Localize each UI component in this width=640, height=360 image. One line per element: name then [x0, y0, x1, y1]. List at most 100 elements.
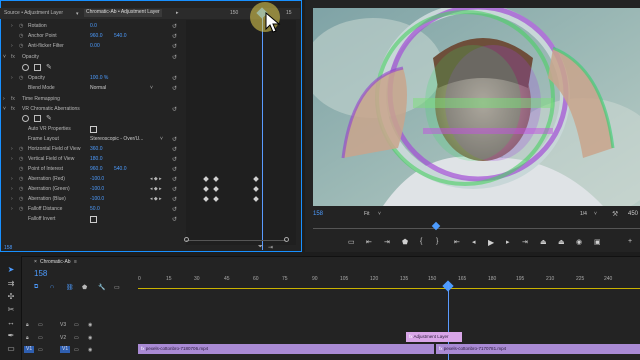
- eye-icon[interactable]: ◉: [88, 335, 92, 342]
- track-select-icon[interactable]: ⇉: [6, 279, 16, 289]
- mark-in-icon[interactable]: ⇤: [366, 238, 372, 246]
- property-value[interactable]: 50.0: [90, 206, 100, 213]
- lift-icon[interactable]: ⏏: [540, 238, 547, 246]
- reset-icon[interactable]: ↺: [172, 196, 179, 203]
- play-only-icon[interactable]: ▸: [176, 10, 179, 16]
- sequence-tab[interactable]: Chromatic-Ab: [40, 259, 71, 266]
- dropdown-icon[interactable]: ˅: [594, 211, 597, 218]
- video-clip-a[interactable]: fx pexels-cottonbro-7180706.mp4: [138, 344, 434, 354]
- step-back-icon[interactable]: ⇤: [454, 238, 460, 246]
- zoom-handle-left[interactable]: [184, 237, 189, 242]
- reset-icon[interactable]: ↺: [172, 85, 179, 92]
- frame-layout-dropdown[interactable]: Stereoscopic - Over/U...: [90, 136, 160, 143]
- export-icon[interactable]: ⇥: [268, 244, 273, 251]
- step-back-frame-icon[interactable]: ◂: [472, 238, 476, 246]
- quality-dropdown[interactable]: 1/4: [580, 211, 587, 218]
- blend-mode-dropdown[interactable]: Normal: [90, 85, 152, 92]
- selection-tool-icon[interactable]: ➤: [6, 265, 16, 275]
- video-clip-b[interactable]: fx pexels-cottonbro-7170781.mp4: [436, 344, 640, 354]
- source-patch-v1[interactable]: V1: [24, 346, 35, 353]
- dropdown-icon[interactable]: ˅: [160, 136, 163, 143]
- section-time-remapping[interactable]: › fx Time Remapping: [0, 95, 186, 105]
- keyframe-nav-icon[interactable]: ◂ ◆ ▸: [150, 176, 162, 183]
- reset-icon[interactable]: ↺: [172, 136, 179, 143]
- source-label[interactable]: Source • Adjustment Layer: [4, 10, 63, 17]
- dropdown-icon[interactable]: ˅: [378, 211, 381, 218]
- timeline-ruler[interactable]: 0 15 30 45 60 75 90 105 120 135 150 165 …: [138, 274, 640, 286]
- dropdown-icon[interactable]: ˅: [150, 85, 153, 92]
- sync-icon[interactable]: ▭: [38, 347, 43, 354]
- go-to-in-icon[interactable]: {: [420, 238, 422, 245]
- pm-scrub-bar[interactable]: [313, 221, 640, 231]
- property-value[interactable]: 0.00: [90, 43, 100, 50]
- section-opacity[interactable]: ˅ fx Opacity ↺: [0, 53, 186, 63]
- keyframe-nav-icon[interactable]: ◂ ◆ ▸: [150, 196, 162, 203]
- property-value[interactable]: -100.0: [90, 186, 104, 193]
- ec-playhead-line[interactable]: [262, 10, 263, 250]
- wrench-icon[interactable]: ⚒: [612, 210, 618, 218]
- falloff-invert-checkbox[interactable]: [90, 216, 97, 223]
- reset-icon[interactable]: ↺: [172, 23, 179, 30]
- lock-icon[interactable]: 🔒︎: [26, 335, 29, 342]
- close-icon[interactable]: ×: [34, 259, 37, 266]
- ec-timecode[interactable]: 158: [4, 245, 12, 252]
- rectangle-mask-icon[interactable]: [34, 64, 41, 71]
- reset-icon[interactable]: ↺: [172, 75, 179, 82]
- pen-mask-icon[interactable]: ✎: [46, 63, 52, 71]
- eye-icon[interactable]: ◉: [88, 347, 92, 354]
- sync-icon[interactable]: ▭: [38, 335, 43, 342]
- property-value[interactable]: 180.0: [90, 156, 103, 163]
- pen-tool-icon[interactable]: ✒: [6, 331, 16, 341]
- comparison-view-icon[interactable]: ▣: [594, 238, 601, 246]
- property-value[interactable]: -100.0: [90, 196, 104, 203]
- settings-icon[interactable]: 🔧: [98, 284, 105, 291]
- marker-icon[interactable]: ▭: [348, 238, 355, 246]
- clip-label[interactable]: Chromatic-Ab • Adjustment Layer: [84, 9, 162, 17]
- property-value-x[interactable]: 960.0: [90, 33, 103, 40]
- extract-icon[interactable]: ⏏: [558, 238, 565, 246]
- add-marker-icon[interactable]: ⬟: [402, 238, 408, 246]
- lock-icon[interactable]: 🔒︎: [26, 322, 29, 329]
- play-icon[interactable]: ▶: [488, 238, 494, 247]
- rectangle-mask-icon[interactable]: [34, 115, 41, 122]
- property-value-x[interactable]: 960.0: [90, 166, 103, 173]
- zoom-handle-right[interactable]: [284, 237, 289, 242]
- reset-icon[interactable]: ↺: [172, 106, 179, 113]
- reset-icon[interactable]: ↺: [172, 216, 179, 223]
- ec-zoom-bar[interactable]: [186, 240, 286, 241]
- slip-tool-icon[interactable]: ↔: [6, 318, 16, 328]
- type-tool-icon[interactable]: ▭: [6, 344, 16, 354]
- keyframe-area[interactable]: [186, 20, 296, 245]
- export-frame-icon[interactable]: ◉: [576, 238, 582, 246]
- sync-lock-icon[interactable]: ▭: [74, 347, 79, 354]
- pm-timecode[interactable]: 158: [313, 210, 323, 218]
- sync-lock-icon[interactable]: ▭: [74, 335, 79, 342]
- reset-icon[interactable]: ↺: [172, 33, 179, 40]
- ellipse-mask-icon[interactable]: [22, 64, 29, 71]
- property-value-y[interactable]: 540.0: [114, 33, 127, 40]
- keyframe-nav-icon[interactable]: ◂ ◆ ▸: [150, 186, 162, 193]
- eye-icon[interactable]: ◉: [88, 322, 92, 329]
- reset-icon[interactable]: ↺: [172, 156, 179, 163]
- ripple-edit-icon[interactable]: ✣: [6, 292, 16, 302]
- reset-icon[interactable]: ↺: [172, 146, 179, 153]
- auto-vr-checkbox[interactable]: [90, 126, 97, 133]
- property-value-y[interactable]: 540.0: [114, 166, 127, 173]
- reset-icon[interactable]: ↺: [172, 54, 179, 61]
- fit-dropdown[interactable]: Fit: [364, 211, 370, 218]
- add-button-icon[interactable]: +: [628, 238, 632, 245]
- property-value[interactable]: 0.0: [90, 23, 97, 30]
- adjustment-layer-clip[interactable]: fx Adjustment Layer: [406, 332, 462, 342]
- mark-out-icon[interactable]: ⇥: [384, 238, 390, 246]
- filter-icon[interactable]: ⏷: [258, 244, 263, 251]
- reset-icon[interactable]: ↺: [172, 176, 179, 183]
- linked-selection-icon[interactable]: ⛓: [66, 284, 74, 291]
- sync-icon[interactable]: ▭: [38, 322, 43, 329]
- menu-icon[interactable]: ≡: [74, 259, 77, 266]
- reset-icon[interactable]: ↺: [172, 186, 179, 193]
- property-value[interactable]: 100.0 %: [90, 75, 108, 82]
- razor-tool-icon[interactable]: ✂: [6, 305, 16, 315]
- add-marker-icon[interactable]: ⬟: [82, 284, 87, 291]
- work-area-bar[interactable]: [138, 288, 640, 289]
- snap-icon[interactable]: ∩: [50, 284, 54, 290]
